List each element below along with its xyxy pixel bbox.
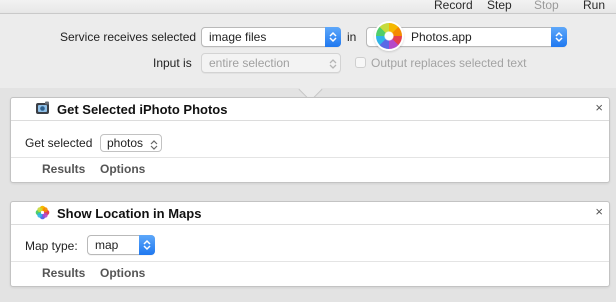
action-title: Show Location in Maps xyxy=(57,206,202,221)
get-selected-value: photos xyxy=(107,136,144,150)
output-replaces-checkbox[interactable] xyxy=(355,57,366,68)
map-type-value: map xyxy=(95,238,119,252)
photos-flower-icon xyxy=(35,205,50,220)
photos-app-icon xyxy=(376,23,402,49)
stop-button[interactable]: Stop xyxy=(534,0,559,12)
output-replaces-label: Output replaces selected text xyxy=(371,56,527,70)
popup-stepper-icon xyxy=(551,27,567,47)
input-type-value: image files xyxy=(209,30,267,44)
iphoto-camera-icon xyxy=(35,101,50,116)
map-type-label: Map type: xyxy=(25,239,78,253)
action-footer: Results Options xyxy=(11,157,609,182)
action-header: Get Selected iPhoto Photos × xyxy=(11,98,609,121)
in-label: in xyxy=(347,30,357,44)
popup-stepper-icon xyxy=(325,54,339,72)
results-tab[interactable]: Results xyxy=(42,162,85,176)
close-icon[interactable]: × xyxy=(595,205,603,219)
get-selected-popup[interactable]: photos xyxy=(100,134,162,152)
action-title: Get Selected iPhoto Photos xyxy=(57,102,228,117)
results-tab[interactable]: Results xyxy=(42,266,85,280)
input-is-popup[interactable]: entire selection xyxy=(201,53,341,73)
options-tab[interactable]: Options xyxy=(100,266,145,280)
service-settings: Service receives selected image files in… xyxy=(0,13,616,89)
service-receives-label: Service receives selected xyxy=(60,30,197,44)
options-tab[interactable]: Options xyxy=(100,162,145,176)
record-button[interactable]: Record xyxy=(434,0,473,12)
action-show-location-in-maps[interactable]: Show Location in Maps × Map type: map Re… xyxy=(10,201,610,287)
popup-stepper-icon xyxy=(325,27,341,47)
action-get-selected-photos[interactable]: Get Selected iPhoto Photos × Get selecte… xyxy=(10,97,610,183)
input-is-label: Input is xyxy=(153,56,192,70)
input-type-popup[interactable]: image files xyxy=(201,27,341,47)
popup-stepper-icon xyxy=(146,135,160,153)
run-button[interactable]: Run xyxy=(583,0,605,12)
toolbar: Record Step Stop Run xyxy=(0,0,616,12)
get-selected-label: Get selected xyxy=(25,136,93,150)
action-footer: Results Options xyxy=(11,261,609,286)
close-icon[interactable]: × xyxy=(595,101,603,115)
map-type-popup[interactable]: map xyxy=(87,235,155,255)
input-is-value: entire selection xyxy=(209,56,290,70)
application-value: Photos.app xyxy=(411,30,472,44)
step-button[interactable]: Step xyxy=(487,0,512,12)
action-header: Show Location in Maps × xyxy=(11,202,609,225)
popup-stepper-icon xyxy=(139,235,155,255)
